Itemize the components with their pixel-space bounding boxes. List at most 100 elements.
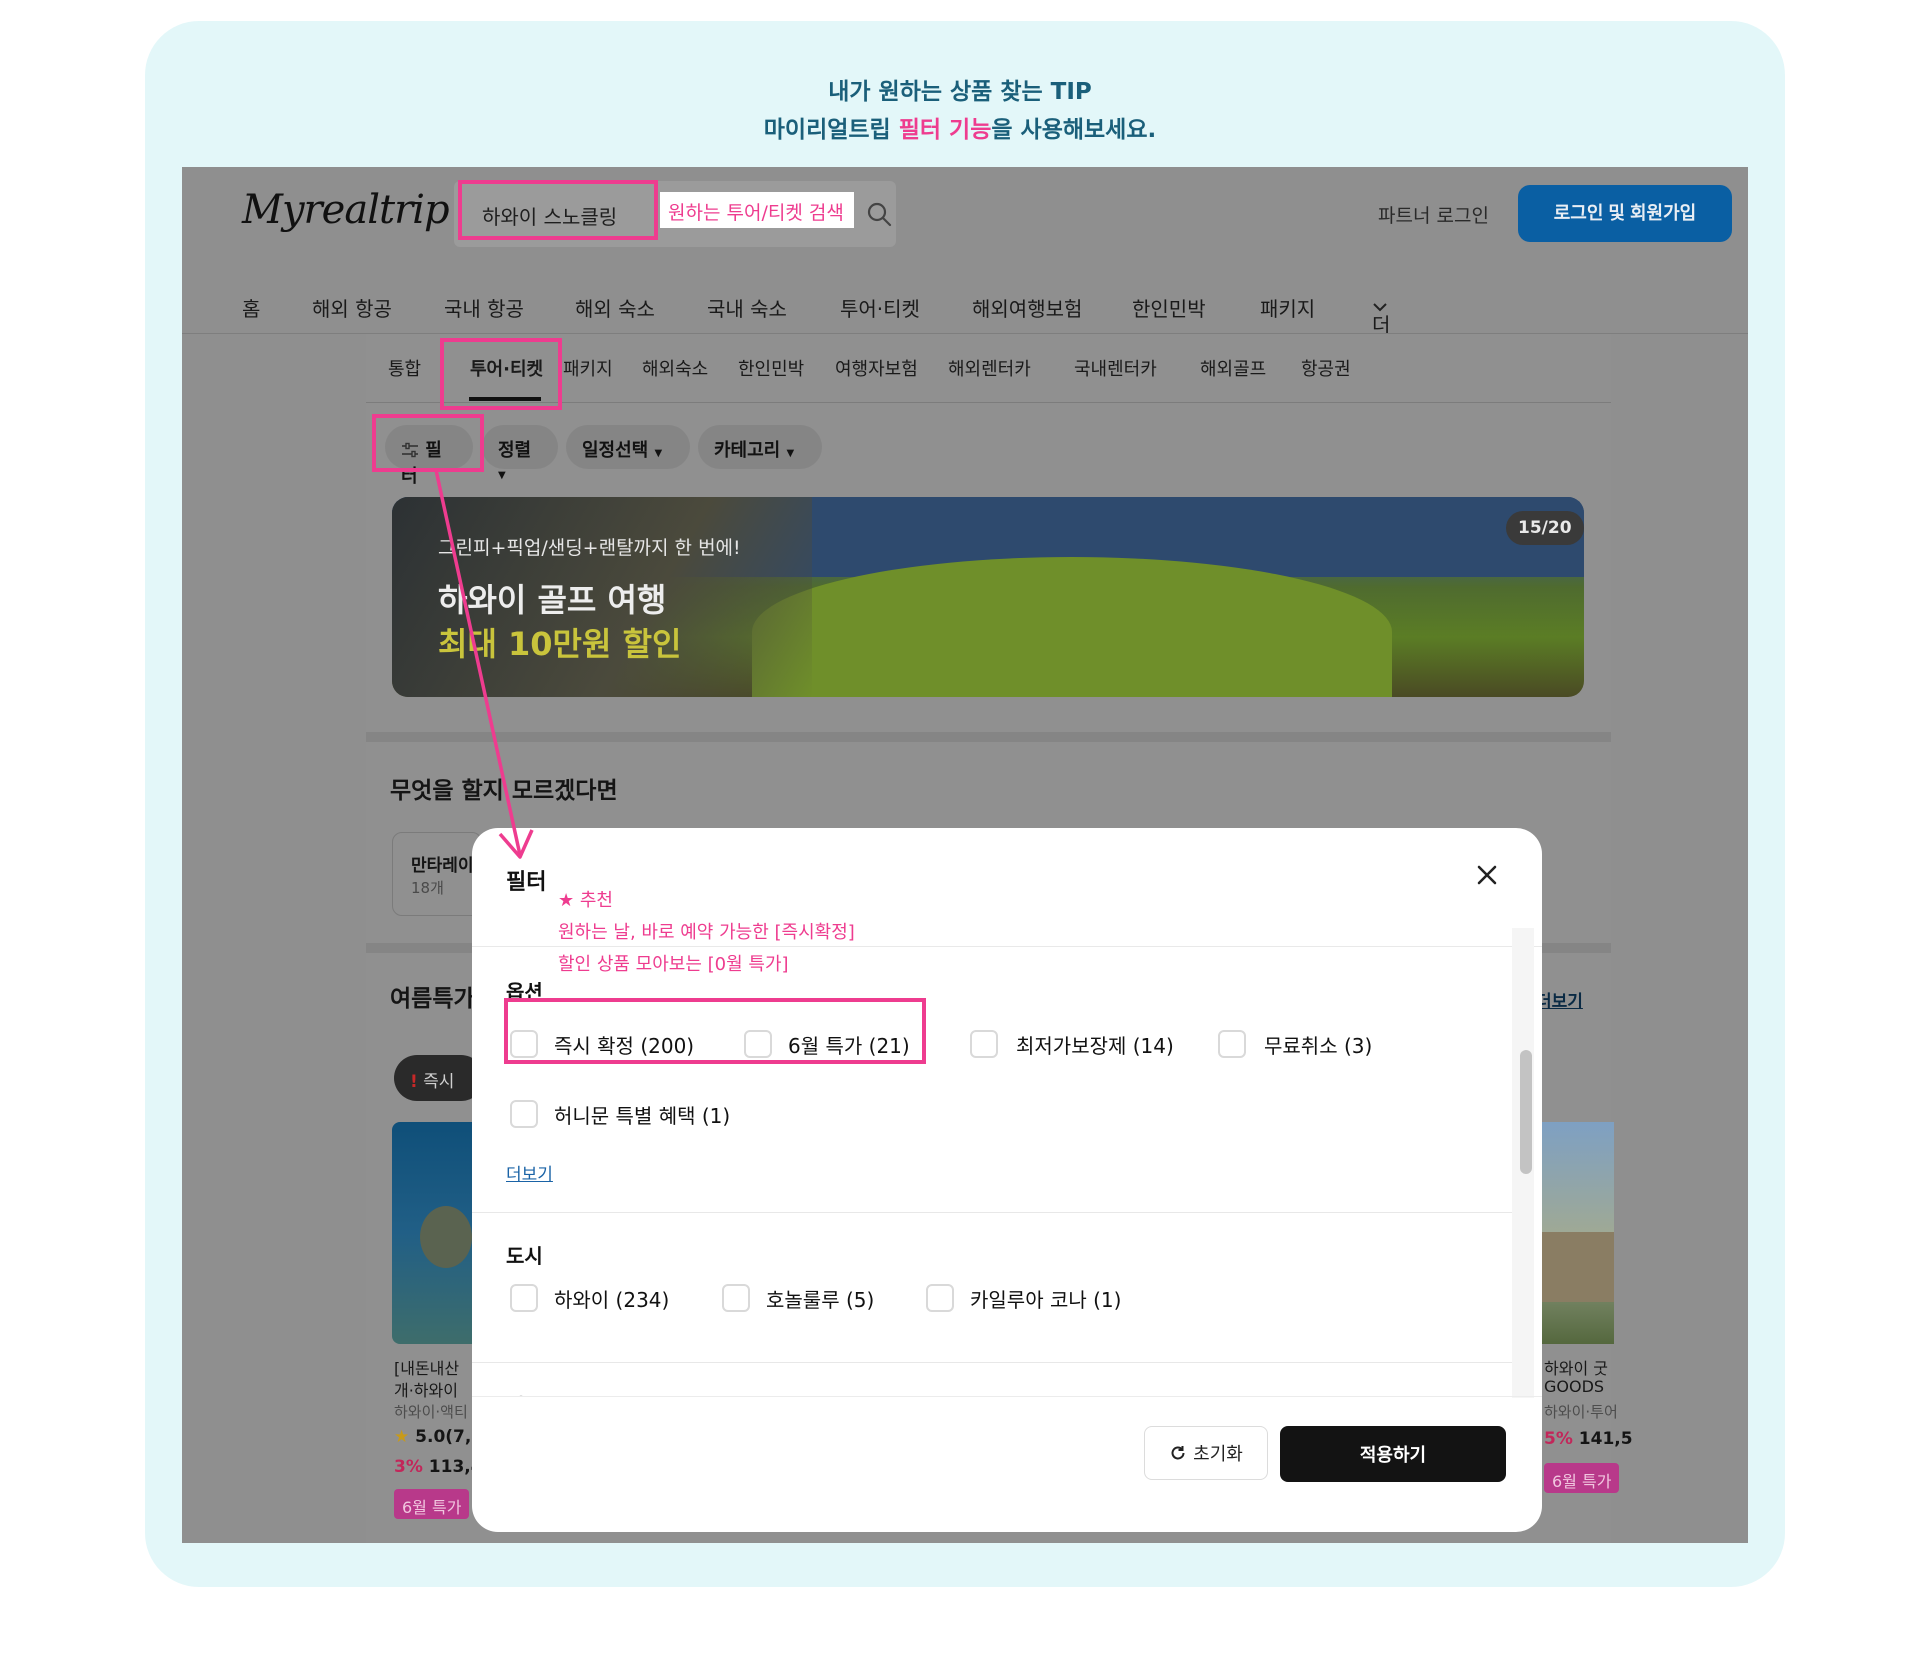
close-icon[interactable]: [1470, 858, 1504, 892]
main-nav-item[interactable]: 국내 항공: [444, 293, 524, 322]
product-meta: 하와이·투어: [1544, 1403, 1618, 1421]
search-highlight-box: [458, 180, 658, 240]
theme-card-count: 18개: [411, 879, 444, 897]
product-rating: ★ 5.0(7,: [394, 1427, 471, 1447]
product-badge: 6월 특가: [1544, 1463, 1620, 1493]
section-more-link[interactable]: 더보기: [1536, 987, 1583, 1012]
reset-button[interactable]: 초기화: [1144, 1426, 1268, 1480]
product-badge: 6월 특가: [394, 1489, 470, 1519]
annotation-label: ★ 추천: [558, 885, 613, 917]
sort-chip[interactable]: 정렬 ▼: [482, 425, 558, 481]
option-label[interactable]: 허니문 특별 혜택 (1): [554, 1100, 730, 1129]
house-image: [1542, 1232, 1614, 1302]
main-nav-item[interactable]: 해외 항공: [312, 293, 392, 322]
tip-subtitle-suffix: 을 사용해보세요.: [991, 117, 1157, 143]
banner-title: 하와이 골프 여행: [438, 581, 667, 619]
product-image[interactable]: [1542, 1122, 1614, 1344]
instant-chip[interactable]: ! 즉시: [394, 1055, 484, 1101]
theme-card-title: 만타레이: [411, 856, 474, 876]
section-separator: [366, 732, 1611, 742]
date-chip-label: 일정선택: [582, 440, 649, 461]
tip-subtitle-highlight: 필터 기능: [898, 117, 992, 143]
annotation-line: 원하는 날, 바로 예약 가능한 [즉시확정]: [558, 922, 855, 943]
sub-nav-item[interactable]: 여행자보험: [835, 355, 918, 381]
partner-login-link[interactable]: 파트너 로그인: [1378, 201, 1489, 228]
modal-footer-divider: [472, 1396, 1542, 1397]
main-nav-item[interactable]: 패키지: [1260, 293, 1315, 322]
product-title-line[interactable]: 하와이 굿: [1544, 1355, 1608, 1379]
sub-nav-item[interactable]: 통합: [388, 355, 421, 381]
sub-nav-item[interactable]: 패키지: [563, 355, 613, 381]
main-nav-more[interactable]: 더보기: [1372, 293, 1390, 395]
main-nav-item[interactable]: 투어·티켓: [840, 293, 920, 322]
star-icon: ★: [558, 890, 575, 911]
section-title: 무엇을 할지 모르겠다면: [390, 778, 618, 804]
apply-button[interactable]: 적용하기: [1280, 1426, 1506, 1482]
banner-golf-green: [752, 557, 1392, 697]
sub-nav-item[interactable]: 해외골프: [1200, 355, 1266, 381]
sub-nav-item[interactable]: 해외렌터카: [948, 355, 1031, 381]
scrollbar-thumb[interactable]: [1520, 1050, 1532, 1174]
product-title-line[interactable]: 개·하와이: [394, 1377, 458, 1401]
options-highlight-box: [504, 998, 926, 1064]
sub-nav-item[interactable]: 한인민박: [738, 355, 804, 381]
theme-card[interactable]: 만타레이 18개: [392, 832, 482, 916]
caret-down-icon: ▼: [654, 448, 663, 459]
tip-subtitle-prefix: 마이리얼트립: [763, 117, 899, 143]
product-meta: 하와이·액티: [394, 1403, 468, 1421]
checkbox-lowest-price[interactable]: [970, 1030, 998, 1058]
product-rating-value: 5.0(7,: [415, 1427, 472, 1447]
option-label[interactable]: 하와이 (234): [554, 1284, 669, 1313]
checkbox-honolulu[interactable]: [722, 1284, 750, 1312]
group-divider: [472, 1212, 1512, 1213]
sub-nav-item[interactable]: 국내렌터카: [1074, 355, 1157, 381]
sub-nav-item[interactable]: 항공권: [1301, 355, 1351, 381]
category-chip-label: 카테고리: [714, 440, 781, 461]
caret-down-icon: ▼: [498, 470, 506, 481]
login-signup-button[interactable]: 로그인 및 회원가입: [1518, 185, 1732, 242]
instant-chip-label: 즉시: [423, 1072, 455, 1092]
main-nav-item[interactable]: 국내 숙소: [707, 293, 787, 322]
product-discount: 5%: [1544, 1429, 1573, 1449]
date-chip[interactable]: 일정선택 ▼: [566, 425, 690, 469]
product-title-line[interactable]: [내돈내산: [394, 1355, 459, 1379]
option-label[interactable]: 무료취소 (3): [1264, 1030, 1372, 1059]
option-label[interactable]: 카일루아 코나 (1): [970, 1284, 1121, 1313]
banner-highlight: 최대 10만원 할인: [438, 625, 682, 663]
main-nav-item[interactable]: 해외여행보험: [972, 293, 1082, 322]
main-nav-item[interactable]: 해외 숙소: [575, 293, 655, 322]
sub-nav-item[interactable]: 해외숙소: [642, 355, 708, 381]
product-price: 3% 113,4: [394, 1457, 483, 1477]
product-title-line[interactable]: GOODS: [1544, 1377, 1604, 1396]
filter-highlight-box: [372, 414, 484, 472]
banner-counter: 15/20: [1506, 511, 1584, 545]
logo[interactable]: Myrealtrip: [242, 187, 450, 233]
modal-title: 필터: [506, 870, 547, 895]
search-placeholder-callout: 원하는 투어/티켓 검색: [660, 192, 854, 228]
main-nav-item[interactable]: 한인민박: [1132, 293, 1206, 322]
product-image[interactable]: [392, 1122, 484, 1344]
category-chip[interactable]: 카테고리 ▼: [698, 425, 822, 469]
turtle-image: [420, 1206, 472, 1268]
refresh-icon: [1171, 1446, 1185, 1460]
tab-highlight-box: [440, 338, 562, 410]
sort-chip-label: 정렬: [498, 440, 532, 461]
checkbox-kailua-kona[interactable]: [926, 1284, 954, 1312]
checkbox-hawaii[interactable]: [510, 1284, 538, 1312]
alert-icon: !: [410, 1072, 418, 1092]
checkbox-honeymoon[interactable]: [510, 1100, 538, 1128]
reset-button-label: 초기화: [1193, 1444, 1243, 1464]
annotation-label-text: 추천: [579, 890, 613, 911]
main-nav-item[interactable]: 홈: [242, 293, 260, 322]
annotation-line: 할인 상품 모아보는 [0월 특가]: [558, 954, 789, 975]
option-more-link[interactable]: 더보기: [506, 1160, 553, 1185]
checkbox-free-cancel[interactable]: [1218, 1030, 1246, 1058]
filter-group-title: 도시: [506, 1244, 543, 1268]
main-nav: 홈 해외 항공 국내 항공 해외 숙소 국내 숙소 투어·티켓 해외여행보험 한…: [182, 277, 1748, 395]
search-icon[interactable]: [864, 199, 894, 229]
product-price: 5% 141,5: [1544, 1429, 1633, 1449]
option-label[interactable]: 최저가보장제 (14): [1016, 1030, 1174, 1059]
option-label[interactable]: 호놀룰루 (5): [766, 1284, 874, 1313]
promo-banner[interactable]: 그린피+픽업/샌딩+랜탈까지 한 번에! 하와이 골프 여행 최대 10만원 할…: [392, 497, 1584, 697]
caret-down-icon: ▼: [786, 448, 795, 459]
